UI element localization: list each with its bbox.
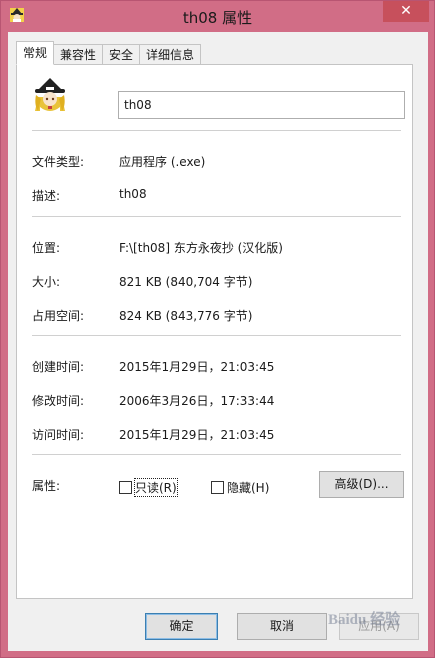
size-label: 大小:: [32, 275, 61, 289]
modified-label: 修改时间:: [32, 394, 85, 408]
hidden-checkbox[interactable]: 隐藏(H): [211, 479, 269, 496]
location-value: F:\[th08] 东方永夜抄 (汉化版): [119, 241, 283, 255]
tab-security[interactable]: 安全: [102, 44, 141, 64]
readonly-checkbox-label[interactable]: 只读(R): [134, 478, 178, 497]
title-bar[interactable]: th08 属性 ✕: [1, 1, 434, 33]
divider: [32, 335, 401, 336]
tab-details[interactable]: 详细信息: [139, 44, 202, 64]
dialog-client-area: 常规 兼容性 安全 详细信息 文件类型:: [8, 32, 428, 651]
tab-strip: 常规 兼容性 安全 详细信息: [16, 40, 202, 65]
file-name-input[interactable]: [118, 91, 405, 119]
tab-general[interactable]: 常规: [16, 41, 55, 65]
general-tab-panel: 文件类型: 应用程序 (.exe) 描述: th08 位置: F:\[th08]…: [16, 64, 413, 599]
size-on-disk-label: 占用空间:: [32, 309, 85, 323]
size-on-disk-value: 824 KB (843,776 字节): [119, 309, 253, 323]
size-value: 821 KB (840,704 字节): [119, 275, 253, 289]
window-title: th08 属性: [182, 9, 253, 27]
advanced-button[interactable]: 高级(D)...: [319, 471, 404, 498]
hidden-checkbox-label[interactable]: 隐藏(H): [227, 479, 269, 496]
tab-compatibility[interactable]: 兼容性: [53, 44, 104, 64]
file-type-value: 应用程序 (.exe): [119, 155, 206, 169]
cancel-button[interactable]: 取消: [237, 613, 327, 640]
touhou-character-icon: [32, 77, 68, 113]
modified-value: 2006年3月26日，17:33:44: [119, 394, 275, 408]
created-label: 创建时间:: [32, 360, 85, 374]
hidden-checkbox-box[interactable]: [211, 481, 224, 494]
divider: [32, 216, 401, 217]
divider: [32, 130, 401, 131]
description-value: th08: [119, 187, 147, 201]
close-button[interactable]: ✕: [383, 1, 429, 22]
readonly-checkbox-box[interactable]: [119, 481, 132, 494]
properties-window: th08 属性 ✕ 常规 兼容性 安全 详细信息 th08 文件类型: 应用程序…: [0, 0, 435, 658]
accessed-value: 2015年1月29日，21:03:45: [119, 428, 275, 442]
accessed-label: 访问时间:: [32, 428, 85, 442]
created-value: 2015年1月29日，21:03:45: [119, 360, 275, 374]
description-label: 描述:: [32, 189, 61, 203]
attributes-label: 属性:: [32, 479, 61, 493]
readonly-checkbox[interactable]: 只读(R): [119, 478, 178, 497]
ok-button[interactable]: 确定: [145, 613, 218, 640]
baidu-watermark: Baidu 经验: [328, 612, 401, 628]
divider: [32, 454, 401, 455]
file-type-label: 文件类型:: [32, 155, 85, 169]
location-label: 位置:: [32, 241, 61, 255]
close-icon: ✕: [400, 3, 412, 19]
